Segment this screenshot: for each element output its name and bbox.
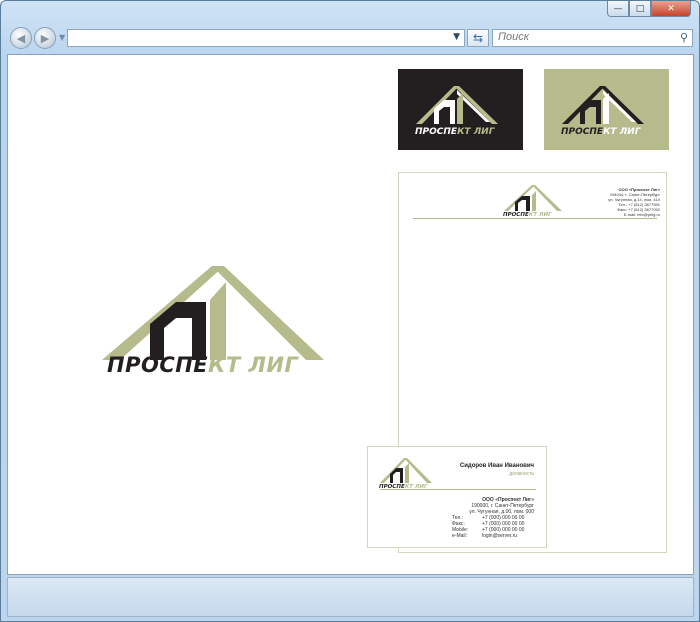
refresh-icon: ⇆ (472, 31, 484, 45)
letterhead-contacts: ООО «Проспект Лиг» 194044, г. Санкт-Пете… (608, 187, 660, 217)
letterhead-logo-name-dark: ПРОСПЕ (503, 212, 529, 217)
forward-button[interactable]: ▶ (34, 27, 56, 49)
page-content: ПРОСПЕКТ ЛИГ ПРОСПЕКТ ЛИГ ПРОСПЕКТ ЛИГ П… (7, 54, 694, 575)
svg-text:ПРОСПЕКТ ЛИГ: ПРОСПЕКТ ЛИГ (503, 212, 552, 217)
minimize-button[interactable]: — (607, 1, 629, 17)
letterhead-logo: ПРОСПЕКТ ЛИГ (503, 185, 562, 217)
search-icon[interactable]: ⚲ (680, 31, 688, 44)
address-dropdown-icon[interactable]: ▼ (453, 32, 460, 42)
bizcard-contacts: ООО «Проспект Лиг» 190000, г. Санкт-Пете… (452, 497, 534, 539)
search-placeholder: Поиск (498, 31, 529, 43)
logo-top-beam (176, 302, 206, 360)
browser-window: — □ ✕ ◀ ▶ ▼ ▼ ⇆ Поиск ⚲ ПРОСПЕКТ ЛИГ ПРО… (0, 0, 700, 622)
dark-tile-name-part1: ПРОСПЕ (415, 127, 458, 137)
letterhead-logo-name-light: КТ ЛИГ (529, 212, 552, 217)
svg-text:ПРОСПЕКТ ЛИГ: ПРОСПЕКТ ЛИГ (107, 353, 299, 377)
logo-name-light: КТ ЛИГ (208, 353, 299, 377)
business-card-preview: ПРОСПЕКТ ЛИГ Сидоров Иван Иванович должн… (367, 446, 547, 548)
bizcard-position: должность (509, 471, 534, 477)
svg-text:ПРОСПЕКТ ЛИГ: ПРОСПЕКТ ЛИГ (561, 127, 642, 137)
navigation-toolbar: ◀ ▶ ▼ ▼ ⇆ Поиск ⚲ (1, 25, 699, 53)
title-bar: — □ ✕ (1, 1, 699, 23)
forward-arrow-icon: ▶ (40, 31, 50, 45)
back-button[interactable]: ◀ (10, 27, 32, 49)
bizcard-contact-value: login@server.ru (482, 533, 518, 539)
bizcard-contact-label: e-Mail: (452, 533, 468, 539)
logo-right-roof (212, 266, 324, 360)
maximize-button[interactable]: □ (629, 1, 651, 17)
letterhead-divider (413, 218, 657, 219)
dark-tile-name-part2: КТ ЛИГ (457, 127, 496, 137)
refresh-button[interactable]: ⇆ (467, 29, 489, 47)
address-bar[interactable]: ▼ (67, 29, 465, 47)
sage-tile-name-part1: ПРОСПЕ (561, 127, 604, 137)
logo-right-pillar (210, 282, 226, 360)
letterhead-line: E-mail: info@prlig.ru (623, 212, 660, 217)
close-button[interactable]: ✕ (651, 1, 691, 17)
logo-tile-sage: ПРОСПЕКТ ЛИГ (544, 69, 669, 150)
status-bar (7, 577, 694, 617)
recent-pages-chevron-icon[interactable]: ▼ (59, 33, 65, 42)
logo-roof-highlight (216, 274, 300, 356)
svg-text:ПРОСПЕКТ ЛИГ: ПРОСПЕКТ ЛИГ (415, 127, 496, 137)
business-card-logo: ПРОСПЕКТ ЛИГ (379, 458, 432, 489)
logo-tile-dark: ПРОСПЕКТ ЛИГ (398, 69, 523, 150)
sage-tile-name-part2: КТ ЛИГ (603, 127, 642, 137)
back-arrow-icon: ◀ (16, 31, 26, 45)
search-input[interactable]: Поиск ⚲ (492, 29, 693, 47)
bizcard-person-name: Сидоров Иван Иванович (459, 463, 534, 469)
main-logo: ПРОСПЕКТ ЛИГ (102, 266, 324, 377)
bizcard-divider (380, 489, 536, 490)
logo-name-dark: ПРОСПЕ (107, 353, 208, 377)
